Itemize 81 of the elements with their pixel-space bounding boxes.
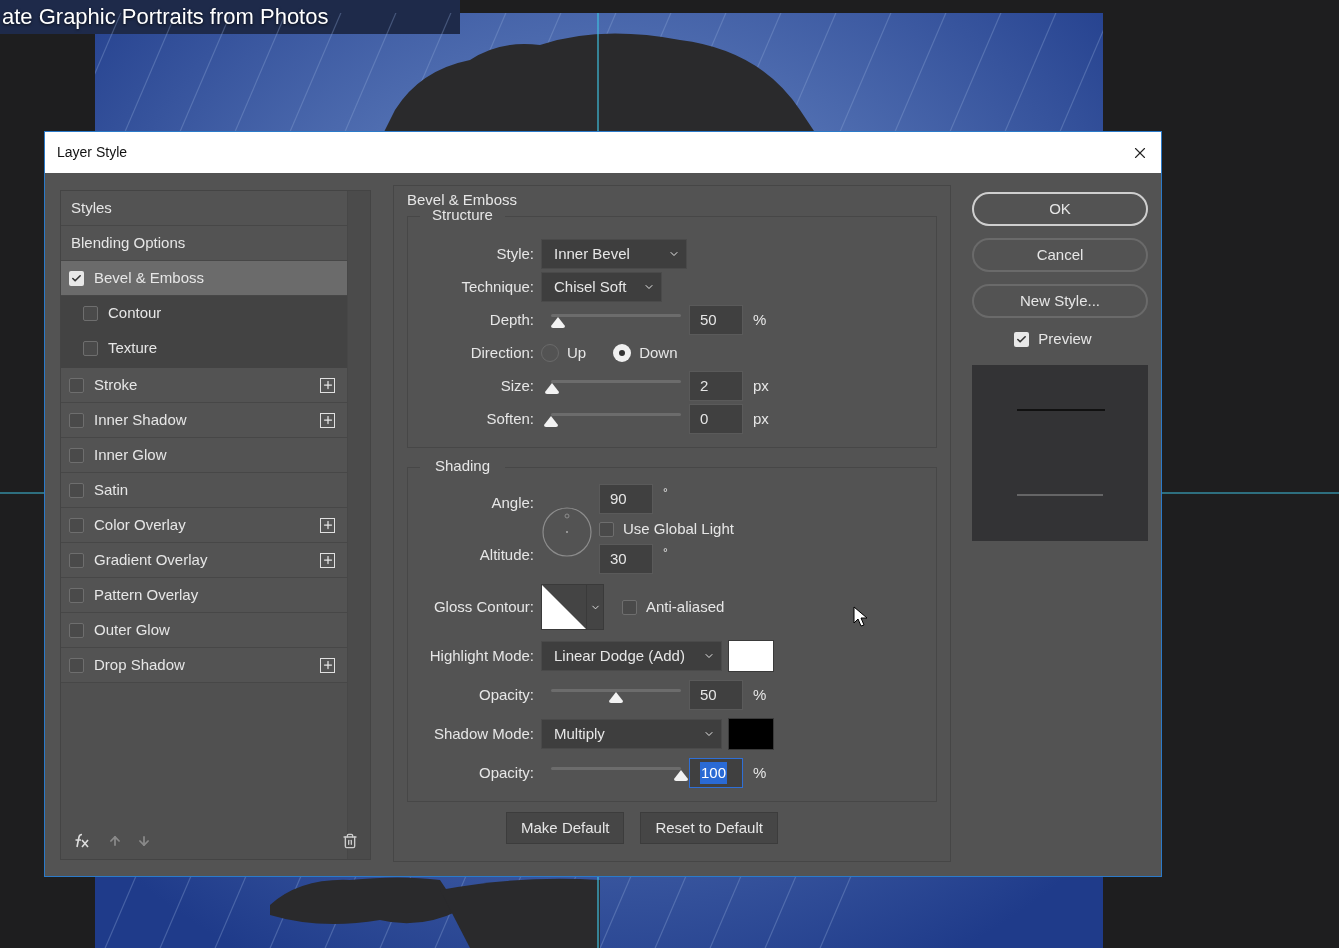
checkbox[interactable] <box>69 587 84 603</box>
number-field[interactable]: 0 <box>689 404 743 434</box>
unit-label: ° <box>663 545 668 562</box>
style-list-item[interactable]: Bevel & Emboss <box>61 261 347 296</box>
field-label: Size: <box>499 375 535 396</box>
window-title: Layer Style <box>57 143 128 162</box>
checkbox[interactable] <box>599 521 614 537</box>
number-field[interactable]: 50 <box>689 305 743 335</box>
unit-label: % <box>753 684 767 705</box>
number-field[interactable]: 30 <box>599 544 653 574</box>
field-label: Opacity: <box>477 762 535 783</box>
number-field[interactable]: 2 <box>689 371 743 401</box>
checkbox[interactable] <box>69 377 84 393</box>
action-button[interactable]: New Style... <box>972 284 1148 318</box>
trash-icon[interactable] <box>342 833 358 849</box>
checkbox[interactable] <box>69 622 84 638</box>
preview-checkbox[interactable]: Preview <box>1014 328 1092 351</box>
checkbox[interactable] <box>69 657 84 673</box>
number-field[interactable]: 90 <box>599 484 653 514</box>
use-global-light-checkbox[interactable]: Use Global Light <box>599 516 734 542</box>
radio-option[interactable]: Down <box>613 341 678 365</box>
radio-button[interactable] <box>613 344 632 362</box>
field-label: Soften: <box>485 408 535 429</box>
dropdown[interactable]: Multiply <box>541 719 722 749</box>
checkbox[interactable] <box>83 306 98 321</box>
color-swatch[interactable] <box>728 718 774 750</box>
checkbox[interactable] <box>69 270 84 286</box>
add-icon[interactable] <box>320 377 335 393</box>
scrollbar[interactable] <box>347 191 370 859</box>
field-label: Gloss Contour: <box>432 596 535 617</box>
contour-picker[interactable] <box>541 584 604 630</box>
slider-thumb[interactable] <box>608 691 624 704</box>
mouse-pointer-icon <box>853 606 869 628</box>
unit-label: ° <box>663 485 668 502</box>
checkbox[interactable] <box>1014 331 1030 347</box>
unit-label: px <box>753 408 769 429</box>
number-field[interactable]: 100 <box>689 758 743 788</box>
contour-curve-icon <box>542 585 586 629</box>
add-icon[interactable] <box>320 657 335 673</box>
add-icon[interactable] <box>320 552 335 568</box>
checkbox[interactable] <box>69 412 84 428</box>
action-button[interactable]: Cancel <box>972 238 1148 272</box>
field-label: Direction: <box>469 342 535 363</box>
slider-thumb[interactable] <box>673 769 689 782</box>
add-icon[interactable] <box>320 412 335 428</box>
dropdown[interactable]: Chisel Soft <box>541 272 662 302</box>
dropdown[interactable]: Inner Bevel <box>541 239 687 269</box>
field-label: Angle: <box>490 493 535 513</box>
field-label: Shadow Mode: <box>432 723 535 744</box>
slider-thumb[interactable] <box>544 382 561 395</box>
checkbox[interactable] <box>69 482 84 498</box>
slider-thumb[interactable] <box>549 316 566 329</box>
checkbox[interactable] <box>83 341 98 356</box>
checkbox[interactable] <box>69 447 84 463</box>
color-swatch[interactable] <box>728 640 774 672</box>
dropdown[interactable]: Linear Dodge (Add) <box>541 641 722 671</box>
add-icon[interactable] <box>320 517 335 533</box>
radio-option[interactable]: Up <box>541 341 587 365</box>
action-button[interactable]: OK <box>972 192 1148 226</box>
dialog-button[interactable]: Reset to Default <box>640 812 778 844</box>
field-label: Highlight Mode: <box>428 645 535 666</box>
field-label: Depth: <box>488 309 535 330</box>
number-field[interactable]: 50 <box>689 680 743 710</box>
field-label: Altitude: <box>478 544 535 565</box>
video-title: ate Graphic Portraits from Photos <box>2 3 329 31</box>
unit-label: % <box>753 762 767 783</box>
checkbox[interactable] <box>622 599 637 615</box>
check-icon <box>1016 333 1028 345</box>
field-label: Style: <box>495 243 535 264</box>
check-icon <box>71 272 82 284</box>
field-label: Opacity: <box>477 684 535 705</box>
unit-label: px <box>753 375 769 396</box>
anti-aliased-checkbox[interactable]: Anti-aliased <box>622 595 725 619</box>
slider-thumb[interactable] <box>543 415 559 428</box>
dialog-button[interactable]: Make Default <box>506 812 625 844</box>
checkbox[interactable] <box>69 517 84 533</box>
unit-label: % <box>753 309 767 330</box>
style-list-item[interactable]: Contour <box>61 296 347 331</box>
checkbox[interactable] <box>69 552 84 568</box>
style-list-item[interactable]: Texture <box>61 331 347 366</box>
field-label: Technique: <box>460 276 535 297</box>
